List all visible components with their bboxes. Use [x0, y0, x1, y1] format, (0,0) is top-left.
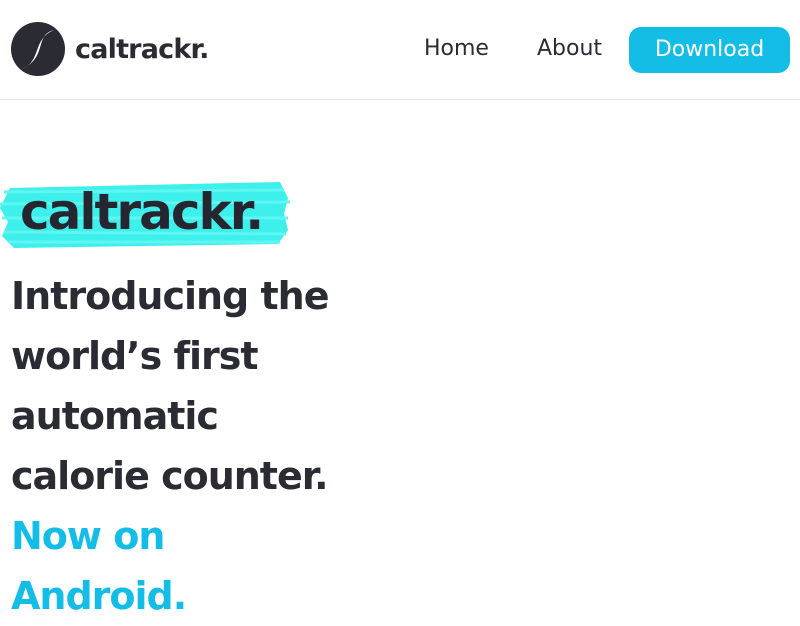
- navbar: caltrackr. Home About Download: [0, 0, 800, 100]
- hero-brand-text: caltrackr.: [20, 183, 264, 241]
- headline-text: Introducing the world’s first automatic …: [11, 274, 329, 498]
- nav-link-about[interactable]: About: [537, 33, 602, 65]
- coffee-bean-icon: [11, 22, 65, 76]
- hero-headline: Introducing the world’s first automatic …: [11, 266, 351, 626]
- brand-link[interactable]: caltrackr.: [10, 21, 209, 77]
- headline-accent: Now on Android.: [11, 514, 187, 618]
- hero-brand-highlight: caltrackr.: [0, 178, 290, 250]
- nav-link-home[interactable]: Home: [424, 33, 489, 65]
- download-button[interactable]: Download: [629, 27, 790, 73]
- brand-name: caltrackr.: [75, 33, 209, 65]
